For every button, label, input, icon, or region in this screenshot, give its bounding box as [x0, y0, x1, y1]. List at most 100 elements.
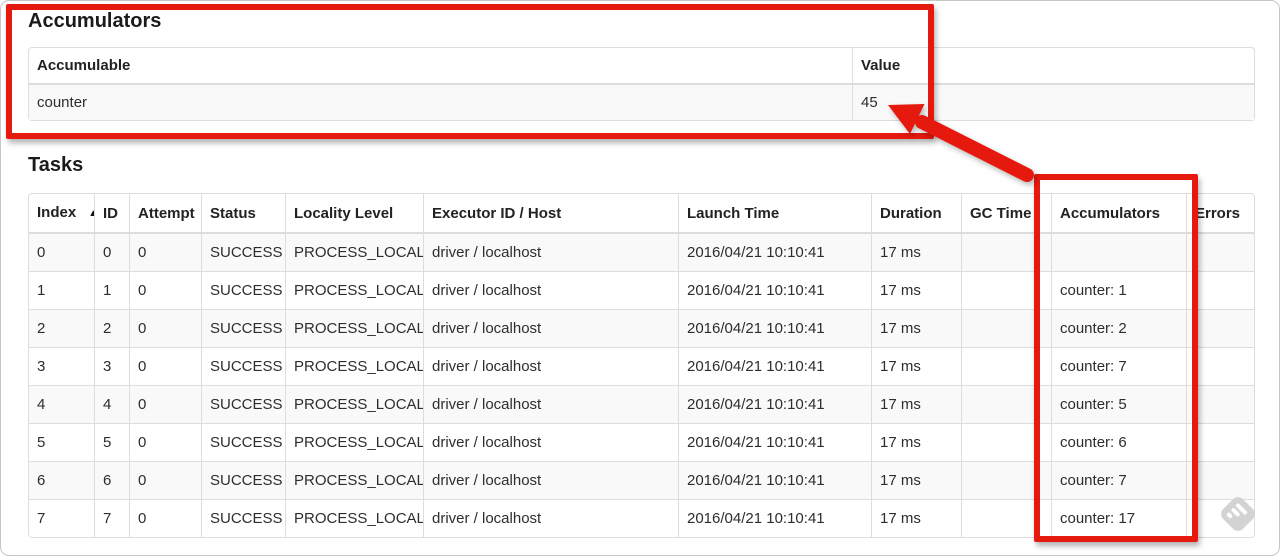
task-cell-duration: 17 ms: [871, 461, 961, 499]
task-cell-launch: 2016/04/21 10:10:41: [678, 234, 871, 271]
task-cell-gc: [961, 461, 1051, 499]
task-cell-attempt: 0: [129, 309, 201, 347]
task-cell-locality: PROCESS_LOCAL: [285, 461, 423, 499]
task-cell-errors: [1186, 385, 1254, 423]
task-cell-errors: [1186, 461, 1254, 499]
task-cell-errors: [1186, 309, 1254, 347]
column-label: Accumulators: [1060, 204, 1161, 222]
task-cell-errors: [1186, 423, 1254, 461]
task-cell-id: 5: [94, 423, 129, 461]
task-cell-status: SUCCESS: [201, 461, 285, 499]
task-cell-status: SUCCESS: [201, 271, 285, 309]
task-cell-accumulators: [1051, 234, 1186, 271]
sort-ascending-icon: ▲: [88, 208, 94, 219]
task-cell-accumulators: counter: 2: [1051, 309, 1186, 347]
task-cell-id: 1: [94, 271, 129, 309]
column-label: ID: [103, 204, 118, 222]
task-row: 6 6 0 SUCCESS PROCESS_LOCAL driver / localhos…: [29, 461, 1254, 499]
task-cell-index: 5: [29, 423, 94, 461]
task-cell-launch: 2016/04/21 10:10:41: [678, 385, 871, 423]
task-cell-launch: 2016/04/21 10:10:41: [678, 271, 871, 309]
task-cell-status: SUCCESS: [201, 499, 285, 537]
tasks-col-header-locality[interactable]: Locality Level: [285, 194, 423, 234]
task-cell-executor: driver / localhost: [423, 461, 678, 499]
task-row: 3 3 0 SUCCESS PROCESS_LOCAL driver / localhos…: [29, 347, 1254, 385]
tasks-col-header-status[interactable]: Status: [201, 194, 285, 234]
task-cell-locality: PROCESS_LOCAL: [285, 423, 423, 461]
tasks-col-header-index[interactable]: Index ▲: [29, 194, 94, 234]
tasks-col-header-accumulators[interactable]: Accumulators: [1051, 194, 1186, 234]
task-cell-gc: [961, 499, 1051, 537]
accumulators-header-row: Accumulable Value: [29, 48, 1254, 85]
tasks-col-header-id[interactable]: ID: [94, 194, 129, 234]
task-cell-gc: [961, 423, 1051, 461]
column-label: Locality Level: [294, 204, 394, 222]
task-cell-accumulators: counter: 6: [1051, 423, 1186, 461]
task-cell-attempt: 0: [129, 499, 201, 537]
value-column-header: Value: [852, 48, 1254, 85]
task-cell-id: 3: [94, 347, 129, 385]
task-cell-gc: [961, 271, 1051, 309]
task-cell-launch: 2016/04/21 10:10:41: [678, 461, 871, 499]
task-cell-locality: PROCESS_LOCAL: [285, 499, 423, 537]
task-cell-duration: 17 ms: [871, 271, 961, 309]
accumulable-value-cell: 45: [852, 85, 1254, 120]
task-row: 4 4 0 SUCCESS PROCESS_LOCAL driver / localhos…: [29, 385, 1254, 423]
task-cell-index: 6: [29, 461, 94, 499]
task-cell-duration: 17 ms: [871, 309, 961, 347]
accumulators-table: Accumulable Value counter 45: [28, 47, 1255, 121]
task-cell-accumulators: counter: 1: [1051, 271, 1186, 309]
task-cell-index: 1: [29, 271, 94, 309]
tasks-col-header-duration[interactable]: Duration: [871, 194, 961, 234]
tasks-col-header-executor[interactable]: Executor ID / Host: [423, 194, 678, 234]
task-row: 2 2 0 SUCCESS PROCESS_LOCAL driver / localhos…: [29, 309, 1254, 347]
column-label: Status: [210, 204, 256, 222]
task-cell-gc: [961, 347, 1051, 385]
task-cell-errors: [1186, 347, 1254, 385]
task-cell-status: SUCCESS: [201, 309, 285, 347]
tasks-col-header-attempt[interactable]: Attempt: [129, 194, 201, 234]
task-cell-duration: 17 ms: [871, 423, 961, 461]
column-label: Launch Time: [687, 204, 780, 222]
task-row: 5 5 0 SUCCESS PROCESS_LOCAL driver / localhos…: [29, 423, 1254, 461]
task-cell-attempt: 0: [129, 385, 201, 423]
task-cell-locality: PROCESS_LOCAL: [285, 271, 423, 309]
task-row: 0 0 0 SUCCESS PROCESS_LOCAL driver / localhos…: [29, 234, 1254, 271]
tasks-col-header-errors[interactable]: Errors: [1186, 194, 1254, 234]
task-cell-id: 0: [94, 234, 129, 271]
task-cell-launch: 2016/04/21 10:10:41: [678, 499, 871, 537]
task-cell-gc: [961, 309, 1051, 347]
page-content: Accumulators Accumulable Value counter 4…: [1, 1, 1279, 538]
task-cell-status: SUCCESS: [201, 423, 285, 461]
spark-stage-detail-page: Accumulators Accumulable Value counter 4…: [0, 0, 1280, 556]
task-cell-launch: 2016/04/21 10:10:41: [678, 423, 871, 461]
task-cell-accumulators: counter: 5: [1051, 385, 1186, 423]
task-cell-attempt: 0: [129, 234, 201, 271]
task-cell-executor: driver / localhost: [423, 347, 678, 385]
task-cell-locality: PROCESS_LOCAL: [285, 347, 423, 385]
task-cell-id: 7: [94, 499, 129, 537]
task-cell-attempt: 0: [129, 423, 201, 461]
task-cell-accumulators: counter: 7: [1051, 461, 1186, 499]
column-label: GC Time: [970, 204, 1032, 222]
task-cell-executor: driver / localhost: [423, 271, 678, 309]
task-row: 7 7 0 SUCCESS PROCESS_LOCAL driver / localhos…: [29, 499, 1254, 537]
task-cell-id: 6: [94, 461, 129, 499]
task-cell-duration: 17 ms: [871, 234, 961, 271]
task-cell-executor: driver / localhost: [423, 309, 678, 347]
task-cell-errors: [1186, 499, 1254, 537]
task-cell-executor: driver / localhost: [423, 499, 678, 537]
task-cell-launch: 2016/04/21 10:10:41: [678, 347, 871, 385]
task-cell-accumulators: counter: 17: [1051, 499, 1186, 537]
tasks-col-header-launch[interactable]: Launch Time: [678, 194, 871, 234]
tasks-col-header-gc[interactable]: GC Time: [961, 194, 1051, 234]
task-cell-index: 7: [29, 499, 94, 537]
task-cell-id: 4: [94, 385, 129, 423]
task-cell-duration: 17 ms: [871, 347, 961, 385]
task-cell-launch: 2016/04/21 10:10:41: [678, 309, 871, 347]
column-label: Executor ID / Host: [432, 204, 562, 222]
task-cell-gc: [961, 234, 1051, 271]
task-cell-attempt: 0: [129, 271, 201, 309]
task-cell-executor: driver / localhost: [423, 423, 678, 461]
task-cell-locality: PROCESS_LOCAL: [285, 234, 423, 271]
